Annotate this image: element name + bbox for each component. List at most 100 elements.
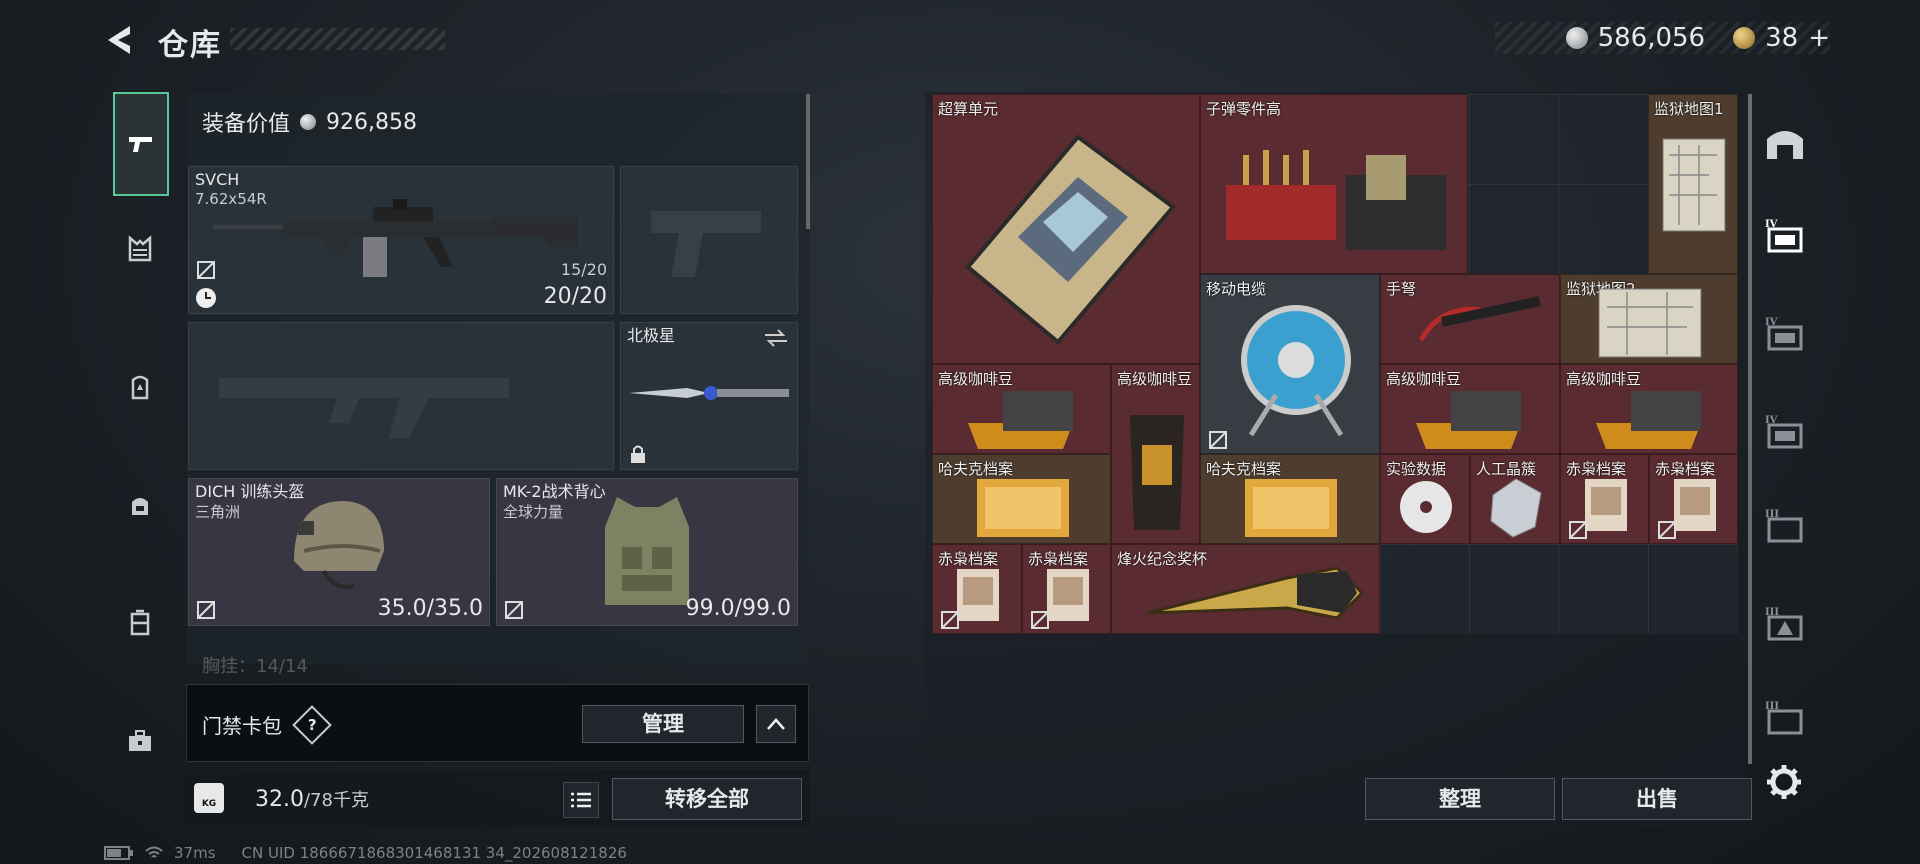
storage-item-coffee[interactable]: 高级咖啡豆 [932, 364, 1111, 454]
file-folder-image [977, 479, 1069, 537]
nav-weapons[interactable] [113, 92, 169, 196]
melee-slot[interactable]: 北极星 [620, 322, 798, 470]
equipment-category-nav [103, 86, 177, 806]
storage-item-prison-map-2[interactable]: 监狱地图2 [1560, 274, 1738, 364]
pistol-icon [129, 137, 152, 152]
not-insured-icon [197, 261, 215, 279]
storage-item-red-owl-file[interactable]: 赤枭档案 [1022, 544, 1111, 634]
vest-slot[interactable]: MK-2战术背心 全球力量 99.0/99.0 [496, 478, 798, 626]
not-insured-icon [197, 601, 215, 619]
ammo-loaded: 15/20 [560, 260, 607, 279]
cable-reel-image [1241, 305, 1351, 437]
warehouse-icon [1767, 131, 1803, 159]
gold-add-button[interactable]: + [1808, 23, 1830, 53]
equipment-value: 装备价值 926,858 [202, 106, 417, 138]
helmet-image [294, 501, 384, 589]
equipment-scrollbar[interactable] [806, 94, 810, 229]
list-icon [571, 792, 591, 808]
storage-item-red-owl-file[interactable]: 赤枭档案 [932, 544, 1022, 634]
storage-item-crystal[interactable]: 人工晶簇 [1470, 454, 1560, 544]
storage-page-main[interactable] [1760, 118, 1810, 168]
gear-icon[interactable] [1764, 762, 1804, 802]
primary-weapon-slot[interactable]: SVCH 7.62x54R 15/20 20/20 [188, 166, 614, 314]
vest-maker: 全球力量 [503, 503, 564, 521]
storage-item-coffee[interactable]: 高级咖啡豆 [1560, 364, 1738, 454]
sort-button[interactable]: 整理 [1365, 778, 1555, 820]
vest-durability: 99.0/99.0 [685, 596, 791, 621]
weight-icon: KG [194, 783, 224, 813]
not-insured-icon [941, 611, 959, 629]
storage-page-3b[interactable]: III [1760, 598, 1810, 648]
sidearm-slot[interactable] [620, 166, 798, 314]
storage-item-coffee[interactable]: 高级咖啡豆 [1111, 364, 1200, 544]
collapse-button[interactable] [756, 705, 796, 743]
storage-page-3c[interactable]: III [1760, 692, 1810, 742]
nav-secure-case[interactable] [111, 594, 169, 652]
storage-item-prison-map-1[interactable]: 监狱地图1 [1648, 94, 1738, 274]
storage-item-huff-file[interactable]: 哈夫克档案 [1200, 454, 1380, 544]
weight-max: /78千克 [303, 790, 369, 811]
vest-image [605, 497, 689, 605]
storage-page-icon: IV [1765, 219, 1803, 253]
back-button[interactable] [100, 20, 140, 60]
storage-item-bullet-parts[interactable]: 子弹零件高 [1200, 94, 1468, 274]
circuit-board-image [965, 134, 1176, 345]
crystal-image [1490, 478, 1542, 538]
list-view-button[interactable] [563, 782, 599, 818]
ammo-count: 20/20 [543, 284, 607, 309]
storage-page-4a[interactable]: IV [1760, 210, 1810, 260]
currency-display: 586,056 38 + [1565, 23, 1830, 53]
map-image [1662, 138, 1726, 232]
item-name: 实验数据 [1386, 460, 1447, 478]
toolbox-icon [129, 730, 151, 751]
storage-item-crossbow[interactable]: 手弩 [1380, 274, 1560, 364]
storage-scrollbar[interactable] [1748, 94, 1752, 764]
battery-icon [104, 846, 133, 860]
pistol-silhouette-icon [651, 211, 761, 277]
manage-button[interactable]: 管理 [582, 705, 744, 743]
storage-item-mobile-cable[interactable]: 移动电缆 [1200, 274, 1380, 454]
storage-item-supercompute[interactable]: 超算单元 [932, 94, 1200, 364]
swap-icon[interactable] [763, 329, 789, 347]
nav-backpack[interactable] [111, 358, 169, 416]
storage-item-red-owl-file[interactable]: 赤枭档案 [1560, 454, 1649, 544]
not-insured-icon [1209, 431, 1227, 449]
item-name: 高级咖啡豆 [1117, 370, 1193, 388]
melee-name: 北极星 [627, 326, 676, 345]
sell-button[interactable]: 出售 [1562, 778, 1752, 820]
nav-chest-rig[interactable] [111, 220, 169, 278]
storage-page-4c[interactable]: IV [1760, 406, 1810, 456]
not-insured-icon [1658, 521, 1676, 539]
storage-item-experiment-data[interactable]: 实验数据 [1380, 454, 1470, 544]
nav-pouch[interactable] [111, 476, 169, 534]
crossbow-image [1418, 296, 1541, 342]
gold-amount: 38 [1765, 23, 1799, 53]
storage-item-trophy[interactable]: 烽火纪念奖杯 [1111, 544, 1380, 634]
not-insured-icon [1031, 611, 1049, 629]
map-image [1598, 288, 1702, 358]
storage-page-icon: IV [1765, 415, 1803, 449]
transfer-all-button[interactable]: 转移全部 [612, 778, 802, 820]
file-folder-image [1245, 479, 1337, 537]
coffee-box-image [1596, 391, 1701, 449]
secondary-weapon-slot[interactable] [188, 322, 614, 470]
storage-page-icon: III [1765, 509, 1803, 543]
help-icon[interactable]: ? [292, 704, 332, 745]
wifi-icon [145, 846, 163, 858]
chest-rig-header: 胸挂：14/14 [202, 656, 308, 677]
not-insured-icon [505, 601, 523, 619]
storage-page-3a[interactable]: III [1760, 500, 1810, 550]
access-card-title: 门禁卡包 [202, 714, 282, 738]
storage-item-huff-file[interactable]: 哈夫克档案 [932, 454, 1111, 544]
weight-current: 32.0 [255, 787, 304, 812]
nav-toolbox[interactable] [111, 712, 169, 770]
not-insured-icon [1569, 521, 1587, 539]
storage-item-red-owl-file[interactable]: 赤枭档案 [1649, 454, 1738, 544]
storage-page-4b[interactable]: IV [1760, 308, 1810, 358]
backpack-icon [131, 375, 149, 400]
lock-icon [631, 445, 645, 463]
storage-page-icon: III [1765, 607, 1803, 641]
helmet-slot[interactable]: DICH 训练头盔 三角洲 35.0/35.0 [188, 478, 490, 626]
equipment-value-label: 装备价值 [202, 112, 291, 137]
storage-item-coffee[interactable]: 高级咖啡豆 [1380, 364, 1560, 454]
